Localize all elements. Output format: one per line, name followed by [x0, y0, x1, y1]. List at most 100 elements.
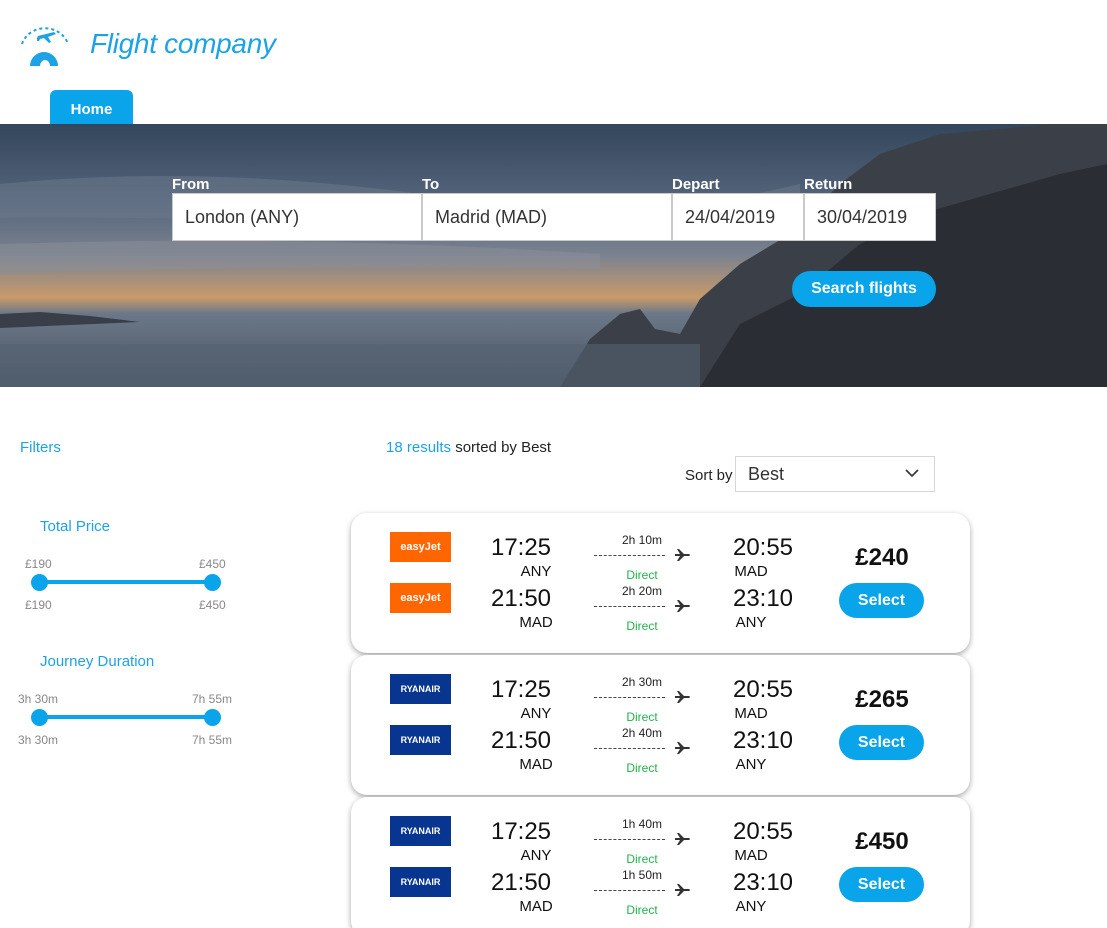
duration-min-value: 3h 30m [18, 733, 59, 747]
airplane-icon [675, 741, 691, 760]
journey-duration-filter-title[interactable]: Journey Duration [40, 653, 154, 670]
hero-background-image [0, 124, 1107, 387]
airline-logo: RYANAIR [390, 816, 451, 846]
depart-label: Depart [672, 176, 720, 193]
duration-min-label: 3h 30m [18, 692, 59, 706]
arrival-time: 20:55 [732, 818, 794, 845]
to-label: To [422, 176, 440, 193]
route-line [594, 606, 665, 607]
hero-search-panel: From To Depart Return London (ANY) Madri… [0, 124, 1107, 387]
brand-name[interactable]: Flight company [90, 28, 276, 60]
departure-time: 21:50 [490, 727, 552, 754]
select-button[interactable]: Select [839, 583, 924, 618]
stops-label: Direct [626, 710, 658, 724]
flight-duration: 2h 20m [621, 584, 663, 598]
duration-max-knob[interactable] [204, 709, 221, 726]
total-price-filter-title[interactable]: Total Price [40, 518, 110, 535]
arrival-airport-code: ANY [735, 756, 767, 773]
flight-duration: 1h 40m [621, 817, 663, 831]
arrival-time: 23:10 [732, 727, 794, 754]
return-date-input[interactable]: 30/04/2019 [804, 193, 936, 241]
departure-time: 17:25 [490, 534, 552, 561]
price: £265 [855, 686, 909, 713]
tab-home[interactable]: Home [50, 90, 133, 124]
stops-label: Direct [626, 619, 658, 633]
result-card[interactable]: RYANAIR 17:25 ANY 2h 30m Direct 20:55 MA… [351, 655, 970, 795]
route-line [594, 697, 665, 698]
airline-logo: RYANAIR [390, 674, 451, 704]
sort-select-value: Best [748, 464, 785, 484]
stops-label: Direct [626, 852, 658, 866]
arrival-airport-code: ANY [735, 614, 767, 631]
airline-logo: RYANAIR [390, 725, 451, 755]
arrival-time: 23:10 [732, 585, 794, 612]
arrival-airport-code: ANY [735, 898, 767, 915]
select-button[interactable]: Select [839, 725, 924, 760]
results-summary: 18 results sorted by Best [386, 439, 551, 456]
stops-label: Direct [626, 761, 658, 775]
price: £240 [855, 544, 909, 571]
price-min-knob[interactable] [31, 574, 48, 591]
duration-max-label: 7h 55m [192, 692, 233, 706]
duration-min-knob[interactable] [31, 709, 48, 726]
flight-duration: 1h 50m [621, 868, 663, 882]
stops-label: Direct [626, 903, 658, 917]
departure-time: 17:25 [490, 818, 552, 845]
return-label: Return [804, 176, 853, 193]
to-input[interactable]: Madrid (MAD) [422, 193, 672, 241]
arrival-time: 23:10 [732, 869, 794, 896]
chevron-down-icon [905, 469, 919, 478]
arrival-airport-code: MAD [734, 705, 768, 722]
airplane-icon [675, 599, 691, 618]
flight-duration: 2h 10m [621, 533, 663, 547]
header: Flight company Home [0, 0, 1107, 124]
route-line [594, 890, 665, 891]
airline-logo: easyJet [390, 583, 451, 613]
departure-airport-code: MAD [519, 756, 553, 773]
results-sorted-text: sorted by Best [451, 439, 552, 456]
results-count-link[interactable]: 18 results [386, 439, 451, 456]
price-max-value: £450 [199, 598, 226, 612]
departure-time: 21:50 [490, 869, 552, 896]
from-input[interactable]: London (ANY) [172, 193, 422, 241]
price: £450 [855, 828, 909, 855]
price-max-label: £450 [199, 557, 226, 571]
from-label: From [172, 176, 210, 193]
airplane-icon [675, 832, 691, 851]
flight-duration: 2h 30m [621, 675, 663, 689]
price-range-track[interactable] [40, 580, 213, 584]
arrival-time: 20:55 [732, 676, 794, 703]
sort-by-label: Sort by [685, 467, 733, 484]
arrival-airport-code: MAD [734, 847, 768, 864]
airplane-icon [675, 548, 691, 567]
flight-duration: 2h 40m [621, 726, 663, 740]
departure-airport-code: ANY [520, 847, 552, 864]
result-card[interactable]: RYANAIR 17:25 ANY 1h 40m Direct 20:55 MA… [351, 797, 970, 928]
depart-date-input[interactable]: 24/04/2019 [672, 193, 804, 241]
arrival-time: 20:55 [732, 534, 794, 561]
departure-airport-code: ANY [520, 705, 552, 722]
departure-time: 17:25 [490, 676, 552, 703]
logo-plane-globe-icon [21, 27, 69, 66]
price-min-label: £190 [25, 557, 52, 571]
airline-logo: RYANAIR [390, 867, 451, 897]
arrival-airport-code: MAD [734, 563, 768, 580]
route-line [594, 748, 665, 749]
duration-range-track[interactable] [40, 715, 213, 719]
result-card[interactable]: easyJet 17:25 ANY 2h 10m Direct 20:55 MA… [351, 513, 970, 653]
airline-logo: easyJet [390, 532, 451, 562]
departure-airport-code: ANY [520, 563, 552, 580]
sort-select[interactable]: Best [735, 456, 935, 492]
duration-max-value: 7h 55m [192, 733, 233, 747]
select-button[interactable]: Select [839, 867, 924, 902]
airplane-icon [675, 690, 691, 709]
search-flights-button[interactable]: Search flights [792, 271, 936, 307]
route-line [594, 555, 665, 556]
departure-airport-code: MAD [519, 614, 553, 631]
stops-label: Direct [626, 568, 658, 582]
filters-title[interactable]: Filters [20, 439, 61, 456]
airplane-icon [675, 883, 691, 902]
price-min-value: £190 [25, 598, 52, 612]
price-max-knob[interactable] [204, 574, 221, 591]
route-line [594, 839, 665, 840]
